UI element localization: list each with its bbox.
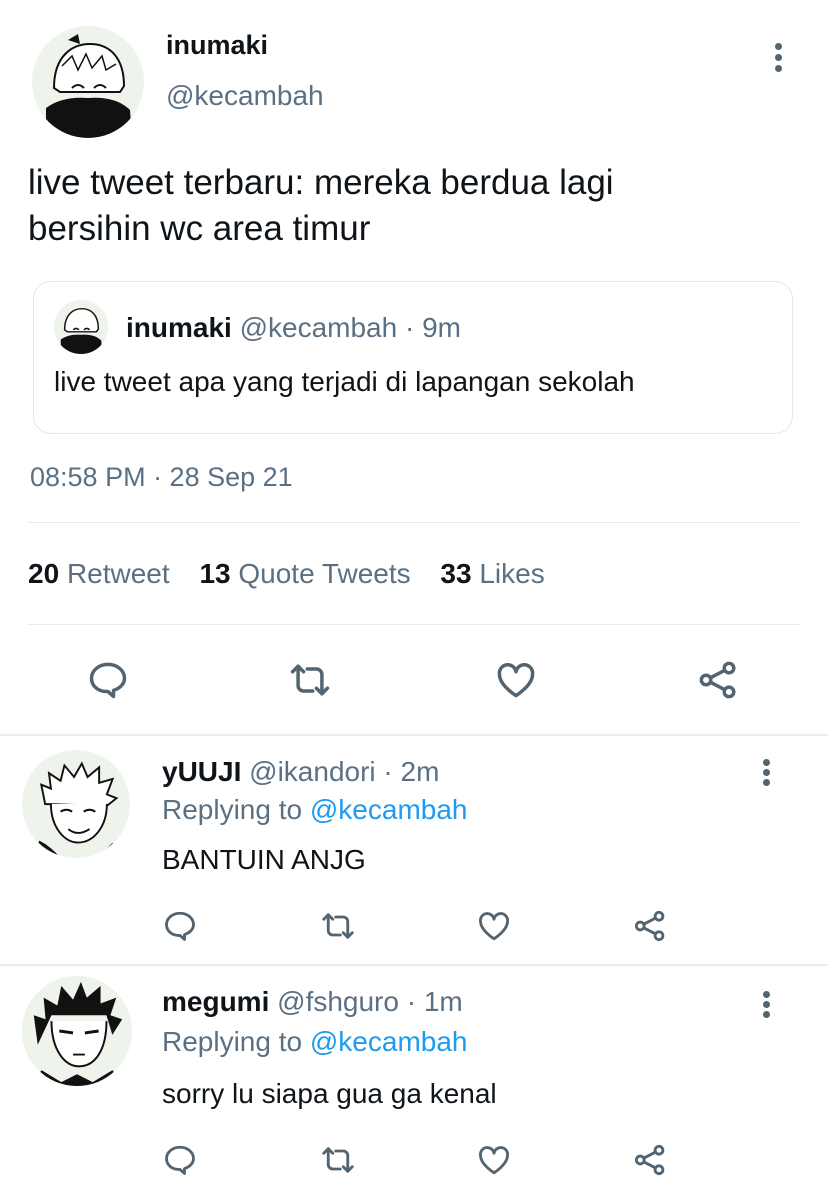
divider [28,624,800,625]
reply-icon [165,911,195,941]
tweet-timestamp: 08:58 PM · 28 Sep 21 [30,462,293,492]
reply-item[interactable]: yUUJI @ikandori · 2m Replying to @kecamb… [0,736,828,964]
retweet-button[interactable] [288,658,332,702]
likes-count: 33 [440,558,472,589]
reply-retweet-button[interactable] [320,1142,356,1178]
reply-header: yUUJI @ikandori · 2m [162,756,439,788]
reply-display-name[interactable]: yUUJI [162,756,241,787]
author-display-name[interactable]: inumaki [166,30,268,61]
replying-to: Replying to @kecambah [162,794,467,826]
retweet-icon [322,913,354,939]
author-avatar[interactable] [32,26,144,138]
quoted-handle-time: @kecambah · 9m [239,312,461,343]
replying-to-prefix: Replying to [162,794,303,825]
reply-retweet-button[interactable] [320,908,356,944]
reply-like-button[interactable] [476,1142,512,1178]
quoted-tweet-card[interactable]: inumaki @kecambah · 9m live tweet apa ya… [33,281,793,434]
replying-to: Replying to @kecambah [162,1026,467,1058]
reply-more-button[interactable] [752,988,782,1028]
quoted-text: live tweet apa yang terjadi di lapangan … [54,366,635,397]
quoted-avatar [54,300,108,354]
likes-stat[interactable]: 33 Likes [440,558,544,589]
heart-icon [479,1146,509,1175]
divider [28,522,800,523]
reply-reply-button[interactable] [162,1142,198,1178]
share-icon [699,661,736,699]
reply-text: sorry lu siapa gua ga kenal [162,1078,497,1109]
likes-label: Likes [479,558,545,589]
tweet-stats: 20 Retweet 13 Quote Tweets 33 Likes [28,558,545,590]
author-handle[interactable]: @kecambah [166,80,324,112]
reply-share-button[interactable] [632,908,668,944]
heart-icon [479,912,509,941]
replying-to-link[interactable]: @kecambah [310,794,468,825]
reply-button[interactable] [86,658,130,702]
quoted-header: inumaki @kecambah · 9m [126,312,461,344]
retweets-count: 20 [28,558,60,589]
heart-icon [497,663,535,698]
reply-avatar[interactable] [22,750,130,858]
reply-handle-time[interactable]: @ikandori · 2m [249,756,439,787]
tweet-text-line: live tweet terbaru: mereka berdua lagi [28,163,614,202]
retweet-icon [290,664,330,696]
share-button[interactable] [696,658,740,702]
replying-to-prefix: Replying to [162,1026,303,1057]
reply-reply-button[interactable] [162,908,198,944]
retweets-stat[interactable]: 20 Retweet [28,558,177,589]
tweet-text-line: bersihin wc area timur [28,209,371,248]
reply-more-button[interactable] [752,756,782,796]
reply-handle-time[interactable]: @fshguro · 1m [277,986,463,1017]
share-icon [634,910,665,942]
replying-to-link[interactable]: @kecambah [310,1026,468,1057]
quotes-stat[interactable]: 13 Quote Tweets [199,558,418,589]
like-button[interactable] [494,658,538,702]
tweet-more-button[interactable] [764,38,794,78]
quotes-count: 13 [199,558,231,589]
reply-like-button[interactable] [476,908,512,944]
reply-avatar[interactable] [22,976,132,1086]
reply-header: megumi @fshguro · 1m [162,986,463,1018]
retweets-label: Retweet [66,558,170,589]
retweet-icon [322,1147,354,1173]
reply-icon [89,662,127,699]
reply-text: BANTUIN ANJG [162,844,366,875]
reply-icon [165,1145,195,1175]
quotes-label: Quote Tweets [238,558,411,589]
reply-display-name[interactable]: megumi [162,986,269,1017]
share-icon [634,1144,665,1176]
tweet-text: live tweet terbaru: mereka berdua lagi b… [28,160,614,252]
reply-item[interactable]: megumi @fshguro · 1m Replying to @kecamb… [0,966,828,1200]
reply-share-button[interactable] [632,1142,668,1178]
quoted-display-name: inumaki [126,312,232,343]
